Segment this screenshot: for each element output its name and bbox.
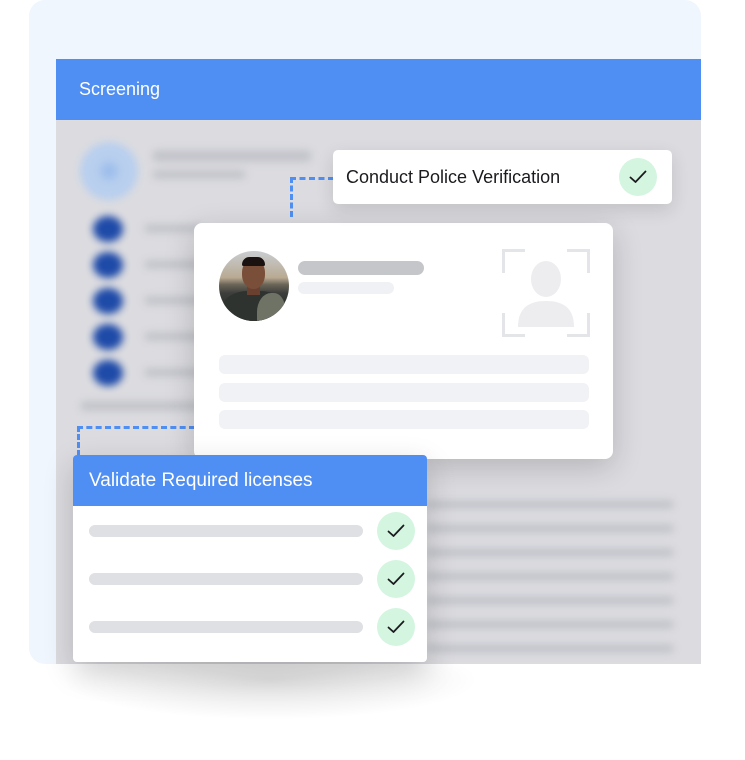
check-icon [629,170,647,183]
check-icon [387,572,405,585]
blurred-line [426,524,674,533]
blurred-step-dot [93,252,123,278]
blurred-avatar [80,142,138,200]
avatar-jacket [257,293,285,321]
blurred-step-dot [93,360,123,386]
license-item[interactable] [89,559,415,599]
subtitle-placeholder [298,282,394,294]
name-placeholder [298,261,424,275]
profile-avatar [219,251,289,321]
avatar-hair [242,257,265,266]
license-placeholder [89,525,363,537]
dashed-connector [290,177,334,217]
profile-card[interactable] [194,223,613,459]
license-placeholder [89,621,363,633]
app-header-title: Screening [79,79,161,99]
police-verification-label: Conduct Police Verification [346,166,561,187]
detail-placeholder [219,355,589,374]
face-scan-icon [502,249,590,337]
status-badge [377,512,415,550]
blurred-line [426,548,674,557]
detail-placeholder [219,383,589,402]
status-badge [377,608,415,646]
detail-placeholder [219,410,589,429]
license-card-header: Validate Required licenses [73,455,427,506]
police-verification-task[interactable]: Conduct Police Verification [333,150,672,204]
status-badge [377,560,415,598]
dashed-connector [77,426,195,456]
license-item[interactable] [89,607,415,647]
status-badge [619,158,657,196]
blurred-line [426,500,674,509]
license-placeholder [89,573,363,585]
blurred-step-dot [93,324,123,350]
license-item[interactable] [89,511,415,551]
blurred-line [426,596,674,605]
blurred-line [426,572,674,581]
license-validation-task[interactable]: Validate Required licenses [73,455,427,662]
app-header: Screening [56,59,701,120]
blurred-line [426,620,674,629]
check-icon [387,524,405,537]
blurred-step-dot [93,216,123,242]
check-icon [387,620,405,633]
blurred-step-dot [93,288,123,314]
blurred-line [152,170,246,179]
blurred-line [152,150,312,162]
license-card-title: Validate Required licenses [89,469,313,491]
